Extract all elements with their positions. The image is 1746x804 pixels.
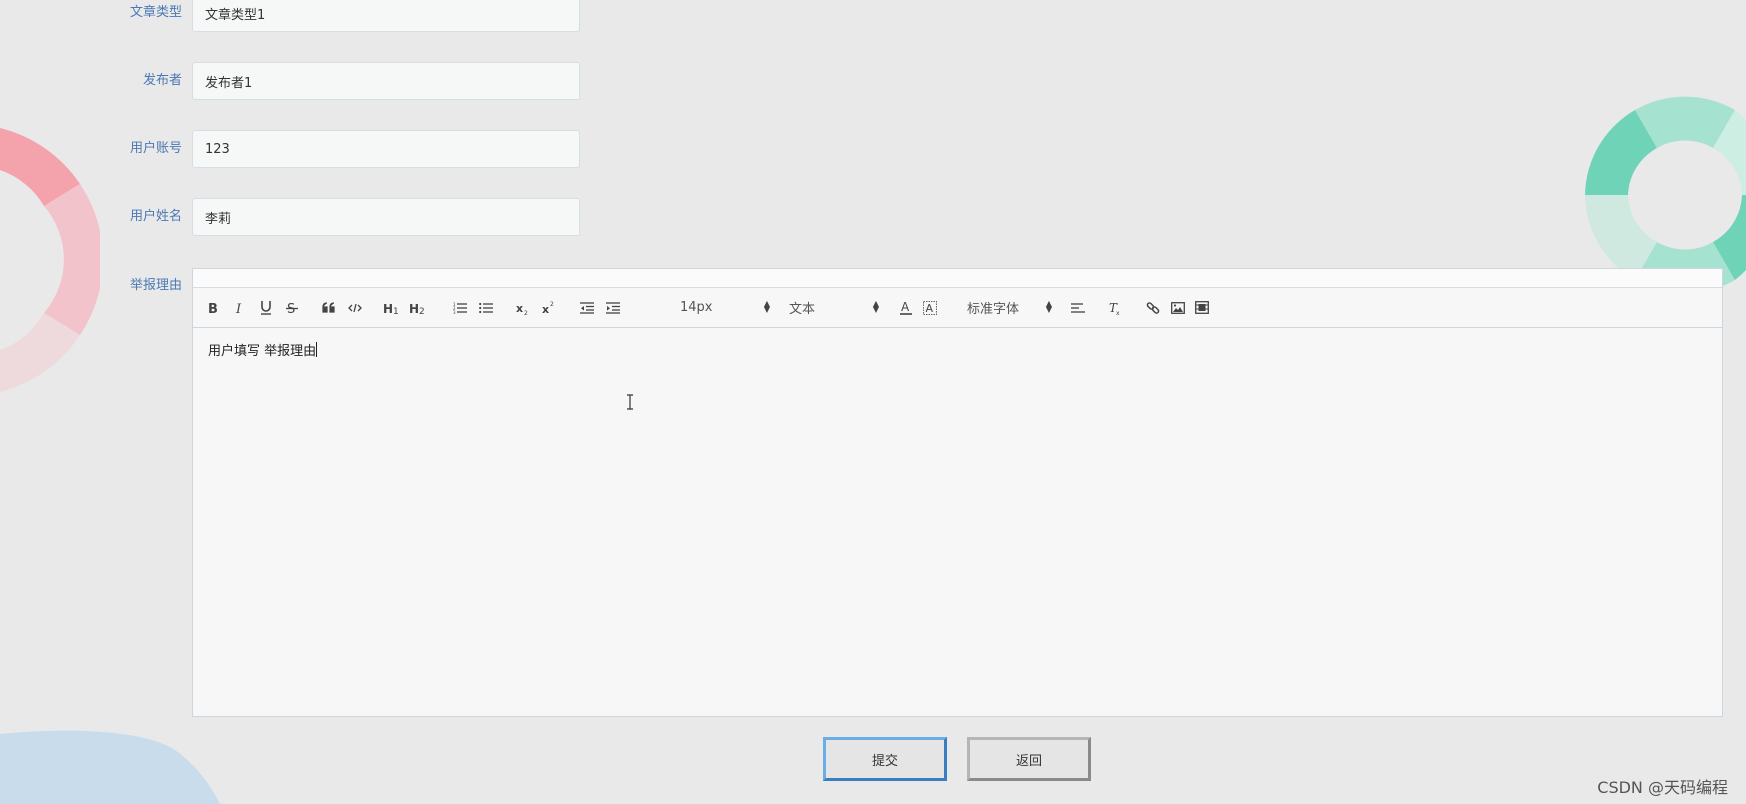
report-form: 文章类型 发布者 用户账号 用户姓名 举报理由 B I S bbox=[0, 0, 1746, 804]
video-icon[interactable] bbox=[1192, 288, 1212, 327]
field-label-publisher: 发布者 bbox=[142, 73, 182, 88]
h2-icon[interactable]: H2 bbox=[407, 288, 429, 327]
outdent-icon[interactable] bbox=[577, 288, 597, 327]
svg-text:3: 3 bbox=[453, 310, 456, 314]
image-icon[interactable] bbox=[1168, 288, 1188, 327]
svg-text:1: 1 bbox=[393, 307, 399, 315]
svg-text:H: H bbox=[409, 302, 419, 315]
submit-button[interactable]: 提交 bbox=[823, 737, 947, 781]
svg-text:2: 2 bbox=[419, 307, 425, 315]
align-icon[interactable] bbox=[1068, 288, 1088, 327]
chevron-updown-icon: ▲ ▼ bbox=[872, 299, 879, 314]
quote-icon[interactable] bbox=[319, 288, 339, 327]
watermark: CSDN @天码编程 bbox=[1597, 778, 1728, 797]
field-label-user-name: 用户姓名 bbox=[129, 209, 182, 224]
user-account-input[interactable] bbox=[192, 130, 580, 168]
text-caret bbox=[316, 342, 318, 357]
strike-icon[interactable]: S bbox=[282, 288, 302, 327]
editor-top-bar bbox=[193, 269, 1722, 288]
svg-text:2: 2 bbox=[550, 301, 554, 308]
font-family-select[interactable]: 标准字体 ▲ ▼ bbox=[967, 288, 1052, 327]
superscript-icon[interactable]: x2 bbox=[539, 288, 559, 327]
svg-text:A: A bbox=[901, 300, 910, 314]
publisher-input[interactable] bbox=[192, 62, 580, 100]
ordered-list-icon[interactable]: 123 bbox=[450, 288, 470, 327]
h1-icon[interactable]: H1 bbox=[381, 288, 403, 327]
editor-content[interactable]: 用户填写 举报理由 bbox=[193, 328, 1722, 712]
text-cursor-icon bbox=[627, 394, 633, 410]
indent-icon[interactable] bbox=[603, 288, 623, 327]
italic-icon[interactable]: I bbox=[230, 288, 250, 327]
font-family-value: 标准字体 bbox=[967, 302, 1020, 317]
bullet-list-icon[interactable] bbox=[476, 288, 496, 327]
article-type-input[interactable] bbox=[192, 0, 580, 32]
svg-text:x: x bbox=[516, 302, 523, 315]
background-color-icon[interactable]: A bbox=[920, 288, 940, 327]
svg-text:H: H bbox=[383, 302, 393, 315]
heading-value: 文本 bbox=[789, 302, 816, 317]
link-icon[interactable] bbox=[1143, 288, 1163, 327]
heading-select[interactable]: 文本 ▲ ▼ bbox=[789, 288, 879, 327]
font-size-select[interactable]: 14px ▲ ▼ bbox=[680, 288, 770, 327]
svg-text:x: x bbox=[1116, 310, 1120, 315]
chevron-updown-icon: ▲ ▼ bbox=[763, 299, 770, 314]
subscript-icon[interactable]: x2 bbox=[513, 288, 533, 327]
rich-text-editor: B I S H1 H2 123 x 2 x 2 14px ▲ ▼ 文本 ▲ ▼ … bbox=[192, 268, 1723, 717]
clear-format-icon[interactable]: Tx bbox=[1105, 288, 1125, 327]
svg-text:I: I bbox=[235, 302, 242, 315]
editor-toolbar: B I S H1 H2 123 x 2 x 2 14px ▲ ▼ 文本 ▲ ▼ … bbox=[193, 288, 1722, 328]
field-label-article-type: 文章类型 bbox=[129, 5, 182, 20]
font-size-value: 14px bbox=[680, 300, 713, 315]
svg-text:B: B bbox=[208, 302, 218, 315]
font-color-icon[interactable]: A bbox=[896, 288, 916, 327]
field-label-report-reason: 举报理由 bbox=[129, 278, 182, 293]
underline-icon[interactable] bbox=[256, 288, 276, 327]
svg-text:2: 2 bbox=[524, 310, 528, 315]
back-button[interactable]: 返回 bbox=[967, 737, 1091, 781]
editor-text: 用户填写 举报理由 bbox=[208, 344, 317, 359]
field-label-user-account: 用户账号 bbox=[129, 141, 182, 156]
code-icon[interactable] bbox=[345, 288, 365, 327]
chevron-updown-icon: ▲ ▼ bbox=[1045, 299, 1052, 314]
svg-text:x: x bbox=[542, 303, 549, 315]
svg-text:A: A bbox=[926, 302, 934, 315]
bold-icon[interactable]: B bbox=[203, 288, 223, 327]
user-name-input[interactable] bbox=[192, 198, 580, 236]
